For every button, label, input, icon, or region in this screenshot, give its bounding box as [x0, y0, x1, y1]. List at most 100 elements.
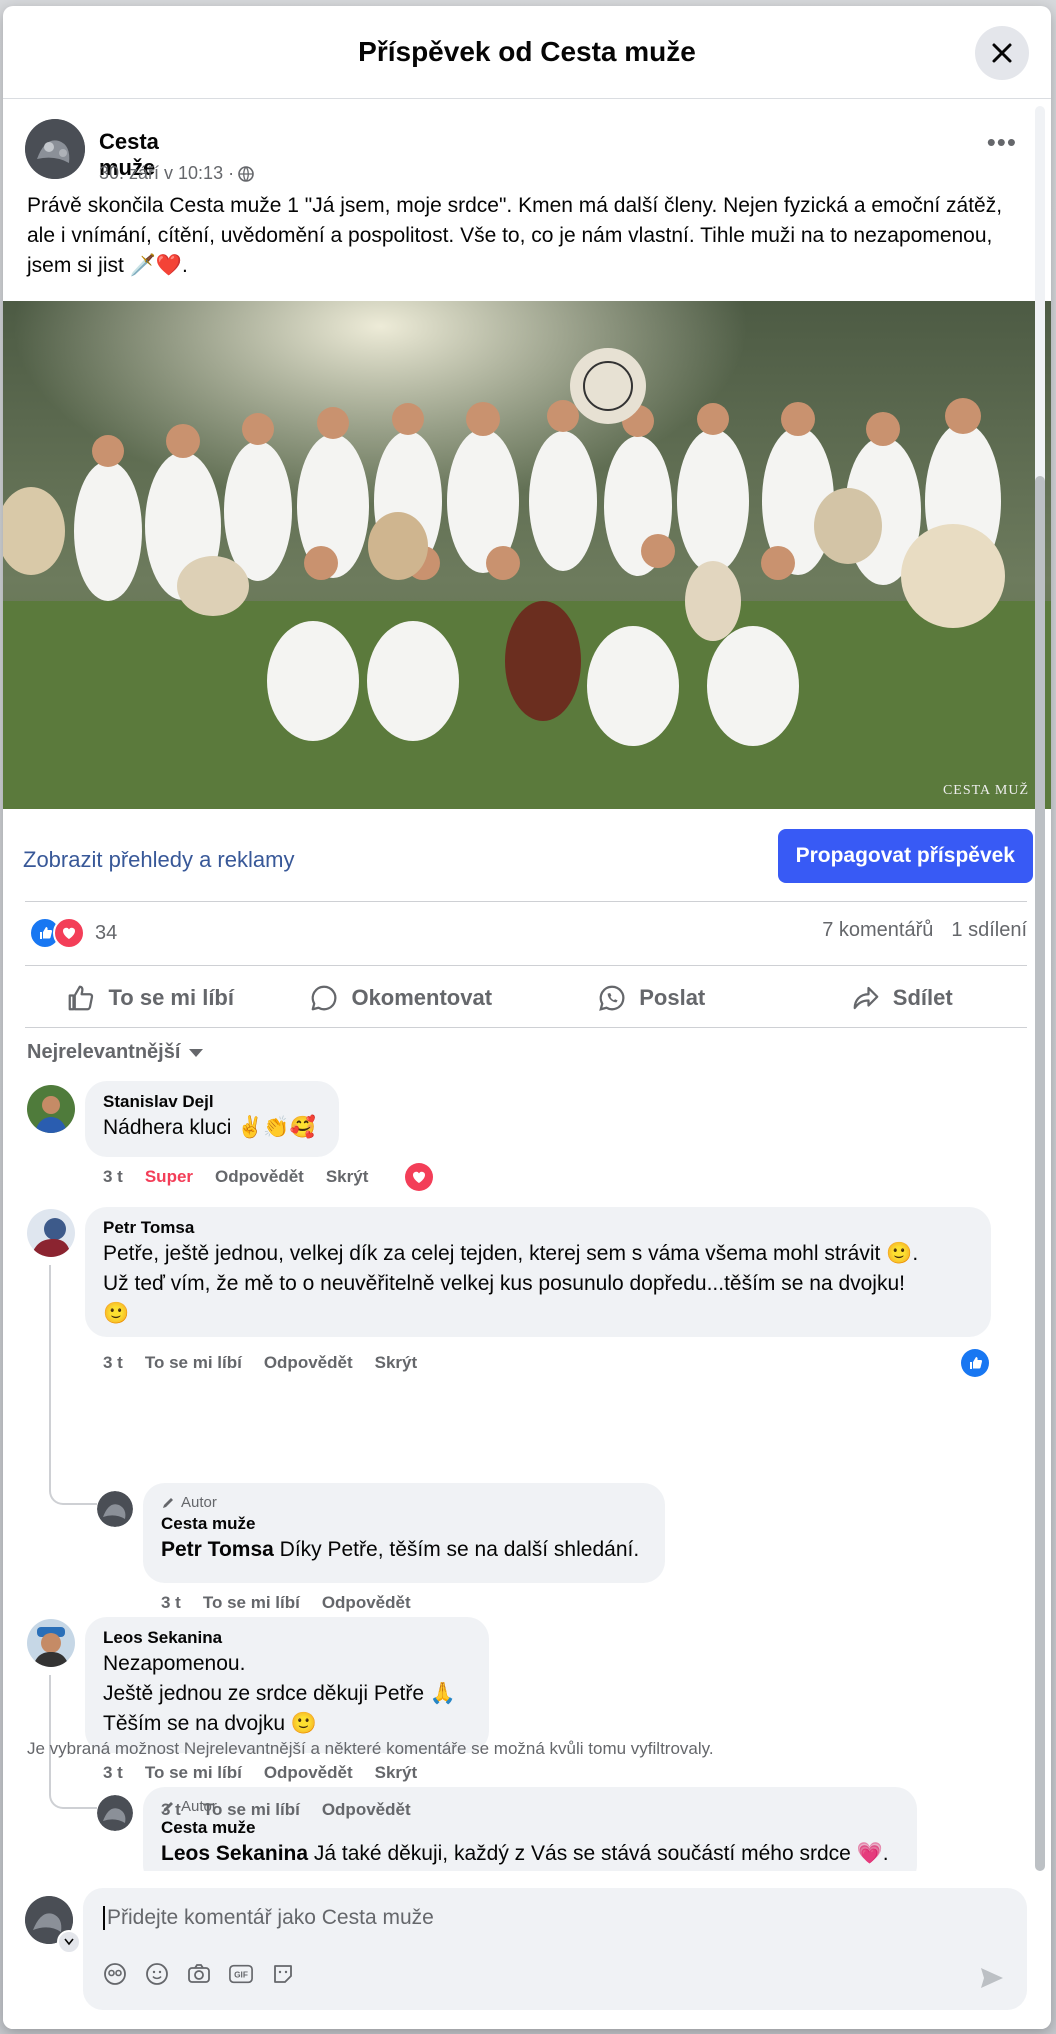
reply-button[interactable]: Odpovědět — [264, 1353, 353, 1373]
sort-label: Nejrelevantnější — [27, 1041, 181, 1063]
comment-text-line: 🙂 — [103, 1302, 130, 1325]
close-button[interactable] — [975, 26, 1029, 80]
commenter-avatar[interactable] — [27, 1209, 75, 1257]
reply-actions: 3 t To se mi líbí Odpovědět — [161, 1800, 411, 1820]
comment-text-line: Petře, ještě jednou, velkej dík za celej… — [103, 1242, 919, 1265]
post-action-bar: To se mi líbí Okomentovat Poslat Sdílet — [25, 971, 1027, 1025]
love-reaction-icon[interactable] — [405, 1163, 433, 1191]
reply-author-name[interactable]: Cesta muže — [161, 1513, 647, 1535]
gif-icon[interactable]: GIF — [229, 1962, 253, 1986]
comment-placeholder: Přidejte komentář jako Cesta muže — [103, 1906, 434, 1931]
reaction-summary[interactable]: 34 — [29, 917, 117, 949]
caret-down-icon — [189, 1048, 204, 1057]
reply-text-body: Já také děkuji, každý z Vás se stává sou… — [308, 1842, 889, 1865]
like-comment-button[interactable]: To se mi líbí — [203, 1800, 300, 1820]
composer-toolbar: GIF — [103, 1962, 295, 1986]
hide-button[interactable]: Skrýt — [375, 1763, 418, 1783]
comment-time[interactable]: 3 t — [161, 1800, 181, 1820]
commenter-name[interactable]: Leos Sekanina — [103, 1627, 471, 1649]
comment-composer: Přidejte komentář jako Cesta muže GIF — [3, 1872, 1051, 2029]
reply-text: Leos Sekanina Já také děkuji, každý z Vá… — [161, 1839, 899, 1869]
divider — [25, 1027, 1027, 1028]
scrollbar-thumb[interactable] — [1035, 476, 1045, 1871]
post-text: Právě skončila Cesta muže 1 "Já jsem, mo… — [27, 194, 1003, 277]
comment-text-line: Ještě jednou ze srdce děkuji Petře 🙏 — [103, 1682, 457, 1705]
hide-button[interactable]: Skrýt — [326, 1167, 369, 1187]
page-avatar[interactable] — [25, 119, 85, 179]
commenter-name[interactable]: Petr Tomsa — [103, 1217, 973, 1239]
reply-text: Petr Tomsa Díky Petře, těším se na další… — [161, 1535, 647, 1565]
reply-bubble: Autor Cesta muže Petr Tomsa Díky Petře, … — [143, 1483, 665, 1583]
like-button[interactable]: To se mi líbí — [25, 971, 276, 1025]
send-button[interactable]: Poslat — [526, 971, 777, 1025]
commenter-avatar[interactable] — [27, 1619, 75, 1667]
like-comment-button[interactable]: To se mi líbí — [203, 1593, 300, 1613]
sticker-icon[interactable] — [271, 1962, 295, 1986]
whatsapp-icon — [599, 985, 625, 1011]
divider — [25, 965, 1027, 966]
love-reaction-icon — [53, 917, 85, 949]
comment-sort-dropdown[interactable]: Nejrelevantnější — [27, 1041, 204, 1064]
comment-text-line: Těším se na dvojku 🙂 — [103, 1712, 318, 1735]
comment-icon — [312, 985, 337, 1011]
share-icon — [853, 986, 879, 1010]
send-button-label: Poslat — [639, 985, 706, 1010]
comment-time[interactable]: 3 t — [103, 1353, 123, 1373]
reply-text-body: Díky Petře, těším se na další shledání. — [273, 1538, 640, 1561]
commenter-avatar[interactable] — [27, 1085, 75, 1133]
pencil-icon — [163, 1498, 173, 1508]
reply-button[interactable]: Odpovědět — [215, 1167, 304, 1187]
avatar-sticker-icon[interactable] — [103, 1962, 127, 1986]
reply-author-avatar[interactable] — [97, 1795, 133, 1831]
post-date[interactable]: 30. září v 10:13 · — [99, 163, 234, 184]
comment-button-label: Okomentovat — [351, 985, 493, 1010]
shares-count[interactable]: 1 sdílení — [951, 919, 1027, 942]
more-options-icon[interactable]: ••• — [987, 127, 1017, 158]
mentioned-user[interactable]: Leos Sekanina — [161, 1842, 308, 1865]
thumbs-up-icon — [69, 985, 94, 1011]
reply-actions: 3 t To se mi líbí Odpovědět — [161, 1593, 411, 1613]
comment-text: Nádhera kluci ✌️👏🥰 — [103, 1116, 316, 1139]
comment-bubble: Stanislav Dejl Nádhera kluci ✌️👏🥰 — [85, 1081, 339, 1157]
comment-button[interactable]: Okomentovat — [276, 971, 527, 1025]
like-comment-button[interactable]: To se mi líbí — [145, 1353, 242, 1373]
switch-profile-chevron-icon[interactable] — [57, 1930, 81, 1954]
svg-text:GIF: GIF — [234, 1970, 248, 1980]
send-comment-icon[interactable] — [979, 1966, 1005, 1995]
globe-icon — [238, 165, 254, 182]
share-button[interactable]: Sdílet — [777, 971, 1028, 1025]
comments-count[interactable]: 7 komentářů — [822, 919, 933, 942]
like-comment-button[interactable]: To se mi líbí — [145, 1763, 242, 1783]
author-badge: Autor — [161, 1493, 647, 1513]
comment-input[interactable]: Přidejte komentář jako Cesta muže GIF — [83, 1888, 1027, 2010]
reply-button[interactable]: Odpovědět — [322, 1800, 411, 1820]
comment-actions: 3 t Super Odpovědět Skrýt — [103, 1167, 368, 1187]
comment-bubble: Petr Tomsa Petře, ještě jednou, velkej d… — [85, 1207, 991, 1337]
author-badge-label: Autor — [181, 1494, 217, 1511]
commenter-name[interactable]: Stanislav Dejl — [103, 1091, 321, 1113]
comment-time[interactable]: 3 t — [103, 1763, 123, 1783]
promote-post-button[interactable]: Propagovat příspěvek — [777, 829, 1033, 883]
insights-link[interactable]: Zobrazit přehledy a reklamy — [23, 847, 294, 873]
comment-actions: 3 t To se mi líbí Odpovědět Skrýt — [103, 1353, 417, 1373]
dialog-header: Příspěvek od Cesta muže — [3, 6, 1051, 99]
hide-button[interactable]: Skrýt — [375, 1353, 418, 1373]
photo-watermark: CESTA MUŽ — [942, 783, 1029, 798]
comment-time[interactable]: 3 t — [103, 1167, 123, 1187]
comment-time[interactable]: 3 t — [161, 1593, 181, 1613]
mentioned-user[interactable]: Petr Tomsa — [161, 1538, 274, 1561]
like-reaction-icon[interactable] — [961, 1349, 989, 1377]
reply-thread-line — [49, 1265, 97, 1505]
reply-author-name[interactable]: Cesta muže — [161, 1817, 899, 1839]
comment-actions: 3 t To se mi líbí Odpovědět Skrýt — [103, 1763, 417, 1783]
dialog-scroll-area[interactable]: Cesta muže 30. září v 10:13 · ••• Právě … — [3, 99, 1051, 1871]
comment-reaction-button[interactable]: Super — [145, 1167, 193, 1187]
reply-button[interactable]: Odpovědět — [264, 1763, 353, 1783]
emoji-icon[interactable] — [145, 1962, 169, 1986]
camera-icon[interactable] — [187, 1962, 211, 1986]
reply-author-avatar[interactable] — [97, 1491, 133, 1527]
close-icon — [992, 43, 1012, 63]
filter-note: Je vybraná možnost Nejrelevantnější a ně… — [27, 1739, 714, 1758]
post-photo[interactable]: CESTA MUŽ — [3, 301, 1051, 809]
reply-button[interactable]: Odpovědět — [322, 1593, 411, 1613]
